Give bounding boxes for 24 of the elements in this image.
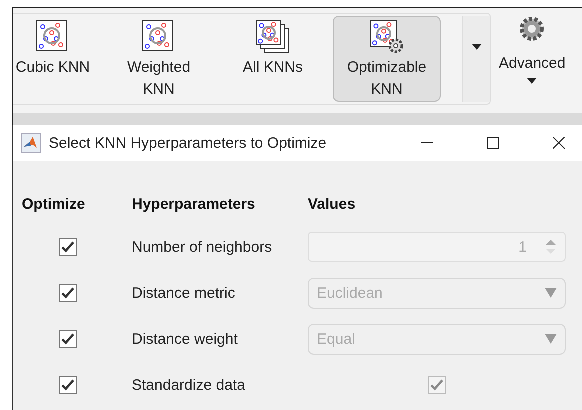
spinner-arrows-icon xyxy=(546,239,556,255)
gallery-button[interactable]: Weighted KNN xyxy=(105,16,213,102)
hyperparameter-label: Standardize data xyxy=(132,376,246,394)
window-title: Select KNN Hyperparameters to Optimize xyxy=(49,134,327,152)
scatter-plot-gear-icon xyxy=(369,19,405,55)
advanced-button[interactable]: Advanced xyxy=(491,13,566,113)
hyperparameter-label: Distance weight xyxy=(132,330,239,348)
hyperparameter-label: Number of neighbors xyxy=(132,238,274,256)
caret-icon xyxy=(527,78,538,84)
gear-icon xyxy=(518,15,546,43)
maximize-icon xyxy=(487,137,499,149)
gallery-button[interactable]: Cubic KNN xyxy=(7,16,99,102)
dropdown-arrow-icon xyxy=(545,334,557,344)
caret-icon xyxy=(472,44,482,50)
column-header: Optimize xyxy=(22,196,86,213)
hyperparameter-label: Distance metric xyxy=(132,284,236,302)
dropdown-arrow-icon xyxy=(545,288,557,298)
stacked-plots-icon xyxy=(255,19,291,55)
app-logo-icon xyxy=(21,133,41,153)
close-icon xyxy=(553,137,565,149)
gallery-button[interactable]: All KNNs xyxy=(219,16,327,102)
column-header: Values xyxy=(308,196,357,213)
gallery-button[interactable]: Optimizable KNN xyxy=(333,16,441,102)
column-header: Hyperparameters xyxy=(132,196,256,213)
